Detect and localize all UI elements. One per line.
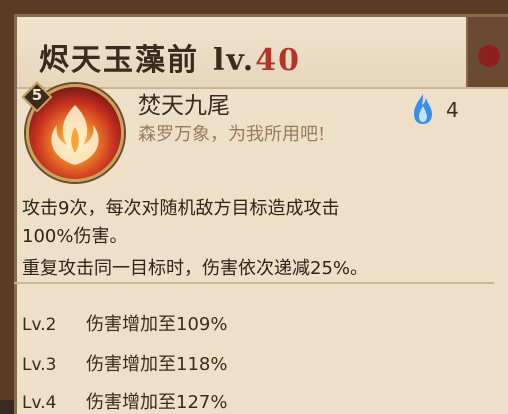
skill-level-badge: 5 <box>21 81 53 113</box>
skill-level-number: 5 <box>31 86 43 104</box>
upgrade-row: Lv.2 伤害增加至109% <box>22 310 227 336</box>
level-prefix: lv. <box>213 43 256 78</box>
title-bar: 烬天玉藻前 lv.40 <box>17 17 508 89</box>
level-value: 40 <box>255 43 302 78</box>
skill-description-line-2: 100%伤害。 <box>22 226 128 247</box>
shikigami-name: 烬天玉藻前 <box>39 43 199 78</box>
skill-name: 焚天九尾 <box>138 93 230 119</box>
fire-cost: 4 <box>446 98 459 122</box>
skill-quote: 森罗万象，为我所用吧! <box>138 124 326 145</box>
blue-flame-icon <box>410 92 436 126</box>
skill-description-line-3: 重复攻击同一目标时，伤害依次递减25%。 <box>22 258 369 279</box>
upgrade-row: Lv.3 伤害增加至118% <box>22 350 227 376</box>
upgrade-text: 伤害增加至118% <box>86 354 228 375</box>
upgrade-level: Lv.4 <box>22 393 57 413</box>
upgrade-level: Lv.2 <box>22 315 57 335</box>
upgrade-row: Lv.4 伤害增加至127% <box>22 388 227 414</box>
divider <box>14 282 494 284</box>
upgrade-text: 伤害增加至127% <box>86 392 228 413</box>
skill-description-line-1: 攻击9次，每次对随机敌方目标造成攻击 <box>22 198 340 219</box>
upgrade-text: 伤害增加至109% <box>86 314 228 335</box>
corner-ornament-icon <box>466 17 508 87</box>
shikigami-title: 烬天玉藻前 lv.40 <box>39 35 301 79</box>
upgrade-level: Lv.3 <box>22 355 57 375</box>
